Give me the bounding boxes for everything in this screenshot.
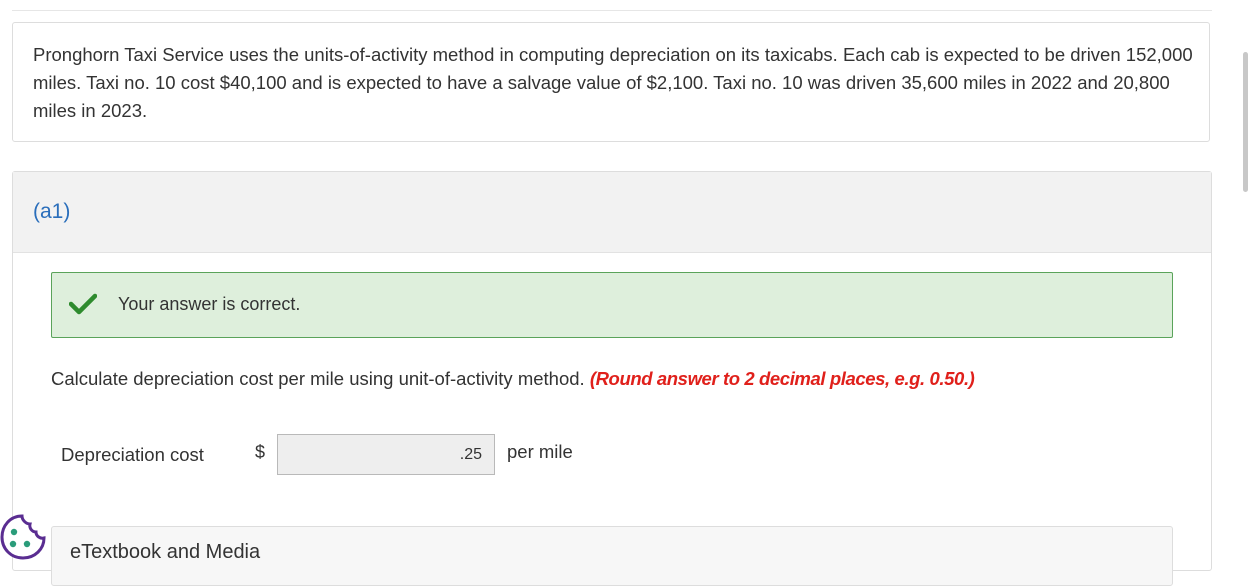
question-prompt: Calculate depreciation cost per mile usi… xyxy=(51,368,975,390)
cookie-icon[interactable] xyxy=(0,506,48,560)
feedback-message: Your answer is correct. xyxy=(118,294,301,314)
part-a1-card: (a1) Your answer is correct. Calculate d… xyxy=(12,171,1212,586)
etextbook-media-label[interactable]: eTextbook and Media xyxy=(70,541,260,564)
problem-statement: Pronghorn Taxi Service uses the units-of… xyxy=(33,44,1193,121)
problem-card: Pronghorn Taxi Service uses the units-of… xyxy=(12,22,1210,142)
part-label: (a1) xyxy=(33,200,71,223)
question-text: Calculate depreciation cost per mile usi… xyxy=(51,368,585,389)
top-divider xyxy=(12,10,1212,11)
unit-label: per mile xyxy=(507,441,573,462)
etextbook-media-panel[interactable]: eTextbook and Media xyxy=(51,526,1173,586)
depreciation-cost-input[interactable] xyxy=(277,434,495,475)
part-header: (a1) xyxy=(13,172,1211,253)
correct-answer-banner: Your answer is correct. xyxy=(51,272,1173,338)
depreciation-cost-label: Depreciation cost xyxy=(61,444,204,465)
rounding-hint: (Round answer to 2 decimal places, e.g. … xyxy=(589,368,975,389)
check-icon xyxy=(69,293,97,315)
currency-symbol: $ xyxy=(255,442,266,462)
scrollbar-thumb[interactable] xyxy=(1243,52,1248,192)
